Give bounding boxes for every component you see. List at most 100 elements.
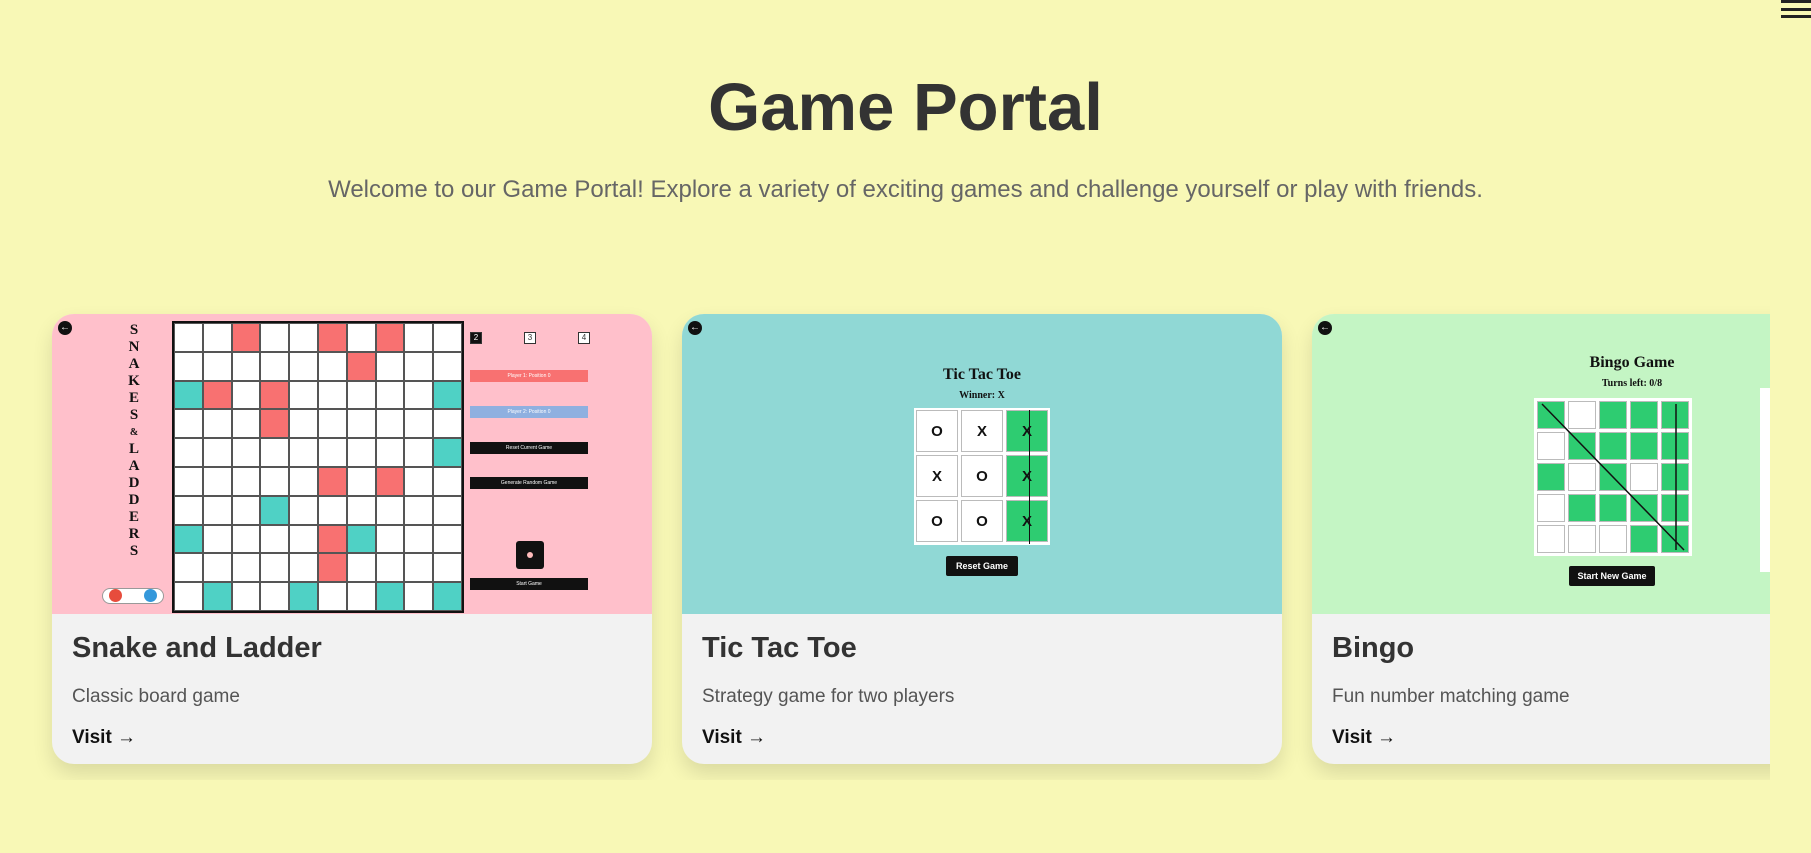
board-cell [289,582,318,611]
board-cell [317,582,347,611]
player1-status: Player 1: Position 0 [470,370,588,382]
board-cell [231,553,261,583]
game-card-snake-and-ladder[interactable]: ← S N A K E S & L A D D E R S 2 3 4 Player 1: Positio… [52,314,652,764]
board-cell [375,438,405,467]
game-thumbnail[interactable]: ← Bingo Game Turns left: 0/8 Start New G… [1312,314,1770,614]
board-cell [289,553,318,583]
visit-link[interactable]: Visit → [702,727,766,749]
ttt-cell: O [916,500,958,542]
board-cell [202,351,232,381]
games-carousel[interactable]: ← S N A K E S & L A D D E R S 2 3 4 Player 1: Positio… [0,300,1770,780]
ttt-cell: O [916,410,958,452]
board-cell [404,553,434,583]
game-title: Bingo [1332,632,1415,664]
board-cell [174,351,203,381]
board-cell [346,524,376,554]
board-cell [404,351,434,381]
board-cell [404,409,434,439]
board-cell [433,524,462,554]
visit-link[interactable]: Visit → [72,727,136,749]
board-cell [433,409,462,439]
visit-link[interactable]: Visit → [1332,727,1396,749]
board-cell [260,466,290,496]
ttt-cell: O [961,500,1003,542]
board-cell [202,409,232,439]
board-cell [346,438,376,467]
title-letter: S [129,543,139,559]
game-description: Fun number matching game [1332,686,1570,707]
board-cell [231,524,261,554]
board-cell [260,409,290,439]
red-token [109,589,122,602]
board-cell [231,438,261,467]
page-subtitle: Welcome to our Game Portal! Explore a va… [328,176,1483,203]
game-card-bingo[interactable]: ← Bingo Game Turns left: 0/8 Start New G… [1312,314,1770,764]
title-letter: K [128,373,140,389]
game-description: Strategy game for two players [702,686,955,707]
back-arrow-icon: ← [1318,321,1332,335]
title-letter: S [129,407,139,423]
board-cell [433,438,462,467]
board-cell [289,438,318,467]
board-cell [289,466,318,496]
board-cell [375,582,405,611]
board-cell [202,582,232,611]
board-cell [174,409,203,439]
board-cell [317,323,347,352]
board-cell [289,323,318,352]
ttt-cell: X [1006,455,1048,497]
board-cell [404,438,434,467]
game-card-tic-tac-toe[interactable]: ← Tic Tac Toe Winner: X O X X X O X O O … [682,314,1282,764]
board-cell [260,553,290,583]
player2-status: Player 2: Position 0 [470,406,588,418]
hamburger-menu-icon[interactable] [1781,0,1811,18]
board-cell [202,438,232,467]
board-cell [174,495,203,525]
game-thumbnail[interactable]: ← Tic Tac Toe Winner: X O X X X O X O O … [682,314,1282,614]
board-cell [433,466,462,496]
board-cell [231,380,261,410]
board-cell [404,495,434,525]
bingo-side-panel [1760,388,1770,572]
title-letter: A [128,458,140,474]
board-cell [231,323,261,352]
title-letter: R [128,526,140,542]
board-cell [346,466,376,496]
board-cell [433,323,462,352]
vertical-game-title: S N A K E S & L A D D E R S [124,322,144,582]
bingo-win-lines [1541,403,1685,551]
board-cell [260,438,290,467]
bingo-turns: Turns left: 0/8 [1601,378,1663,389]
board-cell [346,495,376,525]
board-cell [174,582,203,611]
board-cell [202,466,232,496]
title-letter: & [129,427,139,438]
board-cell [202,495,232,525]
game-thumbnail[interactable]: ← S N A K E S & L A D D E R S 2 3 4 Player 1: Positio… [52,314,652,614]
ttt-cell: X [1006,500,1048,542]
generate-game-button: Generate Random Game [470,477,588,489]
menu-line [1781,15,1811,18]
ttt-cell: O [961,455,1003,497]
ttt-win-line [1029,410,1030,544]
snake-ladder-board [172,321,464,613]
ttt-cell: X [961,410,1003,452]
board-cell [231,466,261,496]
board-cell [433,582,462,611]
page-title: Game Portal [708,70,1103,145]
board-cell [260,524,290,554]
board-cell [260,380,290,410]
board-cell [375,553,405,583]
board-cell [260,323,290,352]
board-cell [289,351,318,381]
board-cell [317,466,347,496]
back-arrow-icon: ← [58,321,72,335]
board-cell [404,524,434,554]
board-cell [346,409,376,439]
title-letter: D [128,492,140,508]
board-cell [202,323,232,352]
board-cell [202,553,232,583]
board-cell [317,524,347,554]
title-letter: D [128,475,140,491]
ttt-winner: Winner: X [959,390,1005,401]
